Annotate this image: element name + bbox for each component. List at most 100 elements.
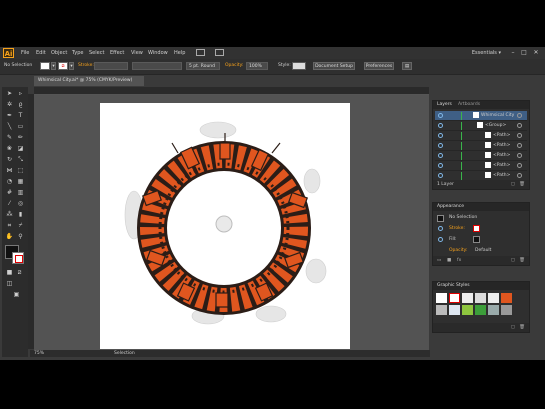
menu-object[interactable]: Object <box>51 48 67 58</box>
zoom-tool-icon[interactable]: ⚲ <box>16 232 25 241</box>
layer-row[interactable]: <Path> <box>435 141 527 151</box>
slice-tool-icon[interactable]: ⌿ <box>16 221 25 230</box>
magic-wand-tool-icon[interactable]: ✲ <box>5 100 14 109</box>
menu-effect[interactable]: Effect <box>110 48 124 58</box>
new-style-icon[interactable]: ▢ <box>511 323 515 332</box>
add-effect-icon[interactable]: fx <box>457 256 461 265</box>
layer-name[interactable]: <Path> <box>493 172 510 179</box>
style-swatch[interactable] <box>449 305 460 315</box>
visibility-eye-icon[interactable] <box>438 163 443 168</box>
opacity-label[interactable]: Opacity: <box>225 63 244 69</box>
style-swatch[interactable] <box>292 62 306 70</box>
layer-name[interactable]: <Path> <box>493 152 510 159</box>
appearance-opacity-row[interactable]: Opacity: Default <box>435 245 527 256</box>
maximize-icon[interactable]: □ <box>520 49 528 56</box>
direct-selection-tool-icon[interactable]: ▹ <box>16 89 25 98</box>
appearance-fill-swatch[interactable] <box>473 236 480 243</box>
pencil-tool-icon[interactable]: ✏ <box>16 133 25 142</box>
canvas-area[interactable] <box>34 95 429 350</box>
stroke-dropdown-icon[interactable]: ▾ <box>69 62 74 70</box>
color-mode-icon[interactable]: ■ <box>5 268 14 277</box>
target-icon[interactable] <box>517 153 522 158</box>
eraser-tool-icon[interactable]: ◪ <box>16 144 25 153</box>
visibility-eye-icon[interactable] <box>438 123 443 128</box>
draw-mode-icon[interactable]: ◫ <box>5 279 14 288</box>
style-swatch[interactable] <box>475 305 486 315</box>
duplicate-icon[interactable]: ▢ <box>511 256 515 265</box>
visibility-eye-icon[interactable] <box>438 133 443 138</box>
appearance-stroke-label[interactable]: Stroke: <box>449 223 465 234</box>
blend-tool-icon[interactable]: ◎ <box>16 199 25 208</box>
delete-layer-icon[interactable]: 🗑 <box>519 180 525 189</box>
gradient-tool-icon[interactable]: ▥ <box>16 188 25 197</box>
style-swatch[interactable] <box>462 293 473 303</box>
arrange-icon[interactable]: ▤ <box>402 62 412 70</box>
bridge-icon[interactable] <box>196 49 205 56</box>
layer-row[interactable]: <Path> <box>435 161 527 171</box>
style-swatch[interactable] <box>475 293 486 303</box>
pen-tool-icon[interactable]: ✒ <box>5 111 14 120</box>
document-tab[interactable]: Whimsical City.ai* @ 75% (CMYK/Preview) <box>34 76 144 86</box>
layer-row[interactable]: Whimsical City <box>435 111 527 121</box>
tab-artboards[interactable]: Artboards <box>458 102 480 108</box>
hand-tool-icon[interactable]: ✋ <box>5 232 14 241</box>
layer-name[interactable]: <Path> <box>493 162 510 169</box>
workspace-switcher[interactable]: Essentials ▾ <box>472 48 501 58</box>
mesh-tool-icon[interactable]: # <box>5 188 14 197</box>
rotate-tool-icon[interactable]: ↻ <box>5 155 14 164</box>
menu-type[interactable]: Type <box>72 48 83 58</box>
visibility-eye-icon[interactable] <box>438 173 443 178</box>
style-swatch-none[interactable] <box>449 293 460 303</box>
target-icon[interactable] <box>517 163 522 168</box>
menu-help[interactable]: Help <box>174 48 185 58</box>
rectangle-tool-icon[interactable]: ▭ <box>16 122 25 131</box>
zoom-level[interactable]: 75% <box>34 350 44 357</box>
paintbrush-tool-icon[interactable]: ✎ <box>5 133 14 142</box>
visibility-eye-icon[interactable] <box>438 237 443 242</box>
type-tool-icon[interactable]: T <box>16 111 25 120</box>
style-swatch[interactable] <box>501 293 512 303</box>
opacity-field[interactable]: 100% <box>246 62 268 70</box>
line-tool-icon[interactable]: ╲ <box>5 122 14 131</box>
stroke-label[interactable]: Stroke: <box>78 63 94 69</box>
menu-window[interactable]: Window <box>148 48 168 58</box>
perspective-grid-tool-icon[interactable]: ▦ <box>16 177 25 186</box>
arrange-documents-icon[interactable] <box>215 49 224 56</box>
fill-swatch[interactable] <box>40 62 50 70</box>
minimize-icon[interactable]: – <box>509 49 517 56</box>
target-icon[interactable] <box>517 123 522 128</box>
target-icon[interactable] <box>517 133 522 138</box>
add-fill-icon[interactable]: ■ <box>447 256 451 265</box>
delete-icon[interactable]: 🗑 <box>519 323 525 332</box>
shape-builder-tool-icon[interactable]: ◔ <box>5 177 14 186</box>
whimsical-city-artwork[interactable] <box>100 103 350 349</box>
style-swatch[interactable] <box>488 293 499 303</box>
stroke-swatch[interactable]: ⧄ <box>58 62 68 70</box>
free-transform-tool-icon[interactable]: ⬚ <box>16 166 25 175</box>
appearance-fill-row[interactable]: Fill: <box>435 234 527 245</box>
new-layer-icon[interactable]: ▢ <box>511 180 515 189</box>
layer-row[interactable]: <Path> <box>435 151 527 161</box>
width-tool-icon[interactable]: ⋈ <box>5 166 14 175</box>
selection-tool-icon[interactable]: ➤ <box>5 89 14 98</box>
layer-row[interactable]: <Path> <box>435 131 527 141</box>
layer-row[interactable]: <Group> <box>435 121 527 131</box>
menu-view[interactable]: View <box>131 48 143 58</box>
layer-name[interactable]: <Path> <box>493 132 510 139</box>
layer-name[interactable]: <Path> <box>493 142 510 149</box>
target-icon[interactable] <box>517 143 522 148</box>
symbol-sprayer-tool-icon[interactable]: ⁂ <box>5 210 14 219</box>
visibility-eye-icon[interactable] <box>438 143 443 148</box>
scale-tool-icon[interactable]: ⤡ <box>16 155 25 164</box>
eyedropper-tool-icon[interactable]: ⁄ <box>5 199 14 208</box>
appearance-fill-label[interactable]: Fill: <box>449 234 457 245</box>
none-mode-icon[interactable]: ⧄ <box>15 268 24 277</box>
appearance-stroke-row[interactable]: Stroke: <box>435 223 527 234</box>
target-icon[interactable] <box>517 173 522 178</box>
close-icon[interactable]: ✕ <box>532 49 540 56</box>
column-graph-tool-icon[interactable]: ▮ <box>16 210 25 219</box>
visibility-eye-icon[interactable] <box>438 226 443 231</box>
delete-icon[interactable]: 🗑 <box>519 256 525 265</box>
document-setup-button[interactable]: Document Setup <box>313 62 355 70</box>
target-icon[interactable] <box>517 113 522 118</box>
